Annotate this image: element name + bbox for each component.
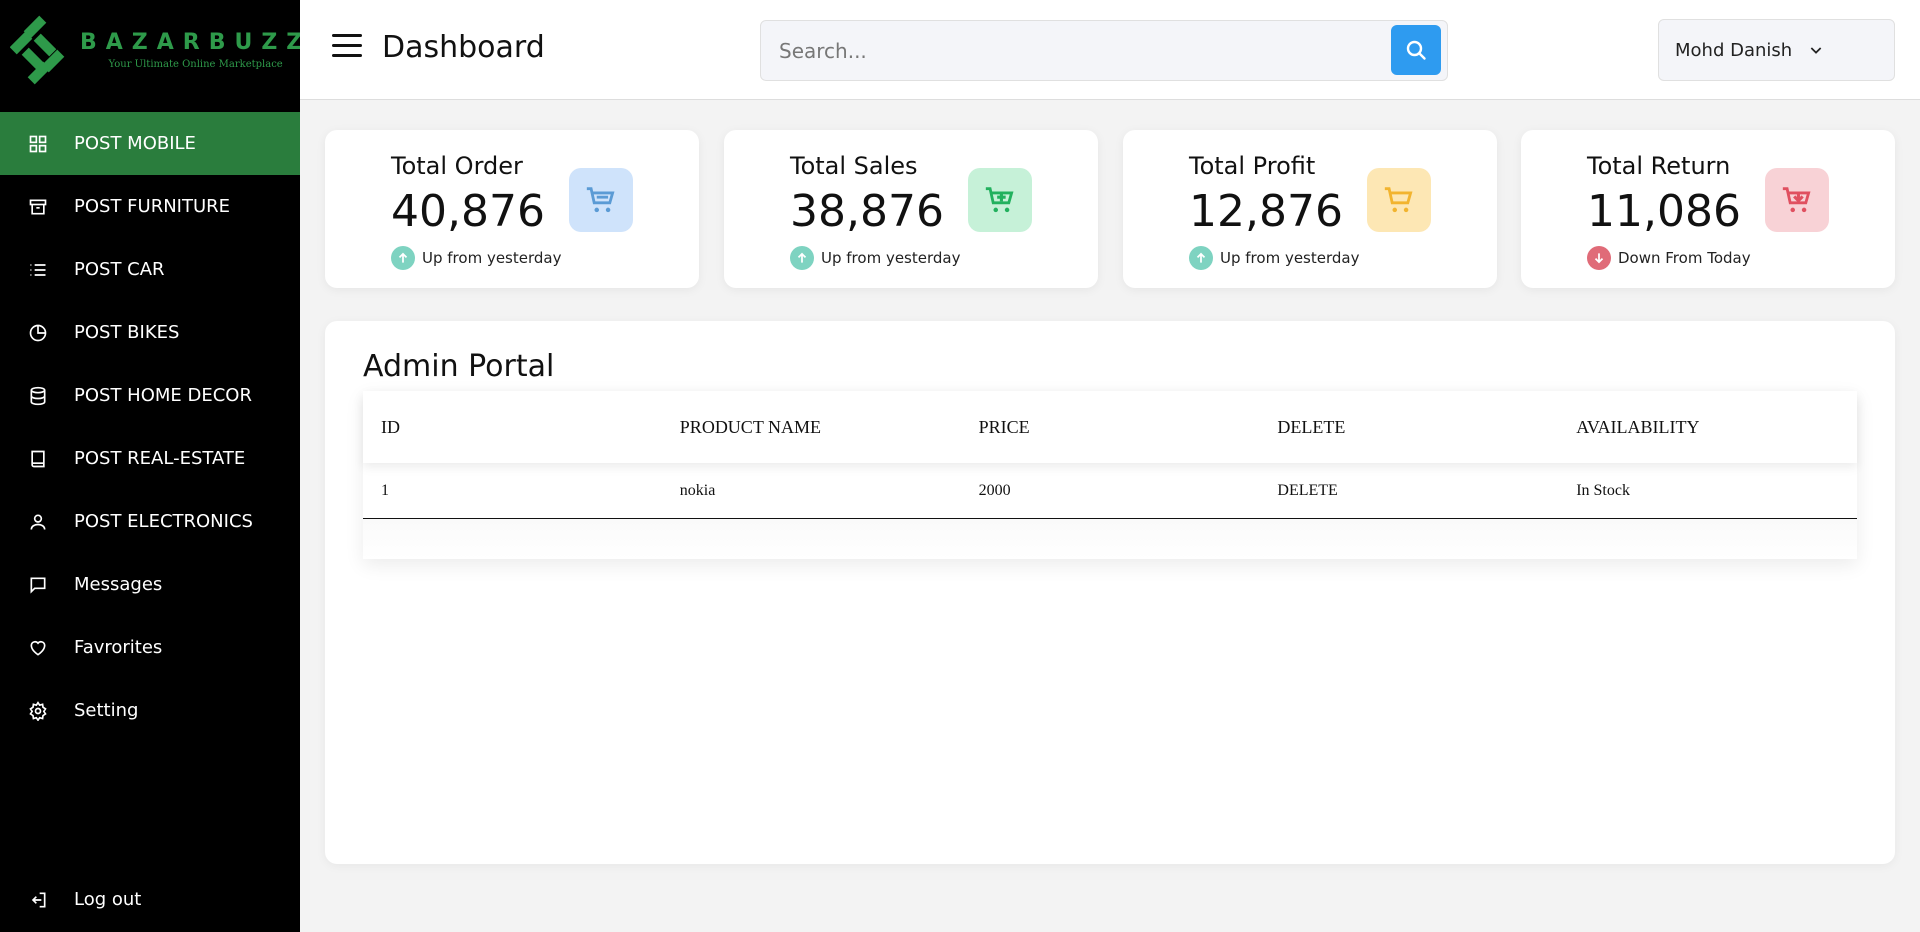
sidebar-item-label: POST BIKES [74, 322, 180, 343]
sidebar-item-post-furniture[interactable]: POST FURNITURE [0, 175, 300, 238]
search-button[interactable] [1391, 25, 1441, 75]
card-title: Total Profit [1189, 152, 1316, 180]
sidebar-item-favorites[interactable]: Favrorites [0, 616, 300, 679]
pie-chart-icon [28, 323, 48, 343]
sidebar-item-messages[interactable]: Messages [0, 553, 300, 616]
arrow-down-icon [1587, 246, 1611, 270]
sidebar-item-post-mobile[interactable]: POST MOBILE [0, 112, 300, 175]
arrow-up-icon [391, 246, 415, 270]
list-icon [28, 260, 48, 280]
message-icon [28, 575, 48, 595]
admin-portal-panel: Admin Portal ID PRODUCT NAME PRICE DELET… [325, 321, 1895, 864]
user-icon [28, 512, 48, 532]
sidebar-item-label: Favrorites [74, 637, 163, 658]
cart-icon [569, 168, 633, 232]
cart-plus-icon [968, 168, 1032, 232]
page-title: Dashboard [382, 30, 545, 65]
sidebar-item-label: Messages [74, 574, 163, 595]
arrow-up-icon [790, 246, 814, 270]
archive-icon [28, 197, 48, 217]
user-name: Mohd Danish [1675, 39, 1793, 61]
logout-button[interactable]: Log out [0, 868, 300, 931]
delete-button[interactable]: DELETE [1259, 482, 1558, 500]
card-value: 11,086 [1587, 186, 1741, 237]
hamburger-menu-icon[interactable] [332, 34, 362, 58]
sidebar-item-label: POST MOBILE [74, 133, 196, 154]
sidebar-item-label: POST ELECTRONICS [74, 511, 253, 532]
sidebar-nav: POST MOBILE POST FURNITURE POST CAR POST… [0, 112, 300, 742]
sidebar-item-post-car[interactable]: POST CAR [0, 238, 300, 301]
card-title: Total Sales [790, 152, 918, 180]
cell-price: 2000 [978, 481, 1011, 499]
sidebar-item-label: POST HOME DECOR [74, 385, 252, 406]
heart-icon [28, 638, 48, 658]
card-trend: Up from yesterday [790, 246, 960, 270]
card-trend-text: Down From Today [1618, 249, 1751, 267]
card-value: 38,876 [790, 186, 944, 237]
sidebar: BAZARBUZZ Your Ultimate Online Marketpla… [0, 0, 302, 932]
logout-icon [28, 890, 48, 910]
card-trend-text: Up from yesterday [1220, 249, 1360, 267]
table-header: ID PRODUCT NAME PRICE DELETE AVAILABILIT… [363, 391, 1857, 463]
stat-card-total-sales: Total Sales 38,876 Up from yesterday [724, 130, 1098, 288]
logout-label: Log out [74, 889, 142, 910]
column-header-availability: AVAILABILITY [1576, 416, 1700, 437]
sidebar-item-label: POST FURNITURE [74, 196, 231, 217]
card-trend: Up from yesterday [391, 246, 561, 270]
chevron-down-icon [1810, 47, 1822, 54]
column-header-id: ID [381, 416, 400, 437]
card-trend-text: Up from yesterday [422, 249, 562, 267]
search-bar [760, 20, 1448, 81]
products-table: ID PRODUCT NAME PRICE DELETE AVAILABILIT… [363, 391, 1857, 559]
search-input[interactable] [779, 35, 1359, 67]
database-icon [28, 386, 48, 406]
top-header: Dashboard Mohd Danish [300, 0, 1920, 100]
column-header-delete: DELETE [1277, 416, 1346, 437]
sidebar-item-post-electronics[interactable]: POST ELECTRONICS [0, 490, 300, 553]
table-footer-shadow [363, 519, 1857, 559]
search-icon [1406, 40, 1426, 60]
table-row: 1 nokia 2000 DELETE In Stock [363, 463, 1857, 519]
cart-icon [1367, 168, 1431, 232]
stat-card-total-profit: Total Profit 12,876 Up from yesterday [1123, 130, 1497, 288]
column-header-product-name: PRODUCT NAME [679, 416, 821, 437]
sidebar-item-label: POST CAR [74, 259, 165, 280]
portal-title: Admin Portal [363, 349, 555, 384]
sidebar-item-setting[interactable]: Setting [0, 679, 300, 742]
card-value: 40,876 [391, 186, 545, 237]
cell-availability: In Stock [1576, 481, 1630, 499]
sidebar-item-post-bikes[interactable]: POST BIKES [0, 301, 300, 364]
card-title: Total Order [391, 152, 523, 180]
cell-product-name: nokia [679, 481, 716, 499]
card-trend: Up from yesterday [1189, 246, 1359, 270]
sidebar-item-label: Setting [74, 700, 139, 721]
brand-logo-icon [9, 14, 68, 86]
book-icon [28, 449, 48, 469]
sidebar-item-post-home-decor[interactable]: POST HOME DECOR [0, 364, 300, 427]
gear-icon [28, 700, 48, 721]
arrow-up-icon [1189, 246, 1213, 270]
card-title: Total Return [1587, 152, 1731, 180]
sidebar-item-label: POST REAL-ESTATE [74, 448, 246, 469]
grid-icon [28, 134, 48, 154]
brand[interactable]: BAZARBUZZ Your Ultimate Online Marketpla… [0, 0, 302, 100]
cell-id: 1 [381, 481, 389, 499]
stat-card-total-order: Total Order 40,876 Up from yesterday [325, 130, 699, 288]
brand-name: BAZARBUZZ [80, 30, 312, 55]
card-trend-text: Up from yesterday [821, 249, 961, 267]
cart-return-icon [1765, 168, 1829, 232]
card-value: 12,876 [1189, 186, 1343, 237]
column-header-price: PRICE [978, 416, 1030, 437]
user-dropdown[interactable]: Mohd Danish [1658, 19, 1895, 81]
brand-tagline: Your Ultimate Online Marketplace [108, 59, 283, 70]
sidebar-item-post-real-estate[interactable]: POST REAL-ESTATE [0, 427, 300, 490]
card-trend: Down From Today [1587, 246, 1751, 270]
stat-card-total-return: Total Return 11,086 Down From Today [1521, 130, 1895, 288]
